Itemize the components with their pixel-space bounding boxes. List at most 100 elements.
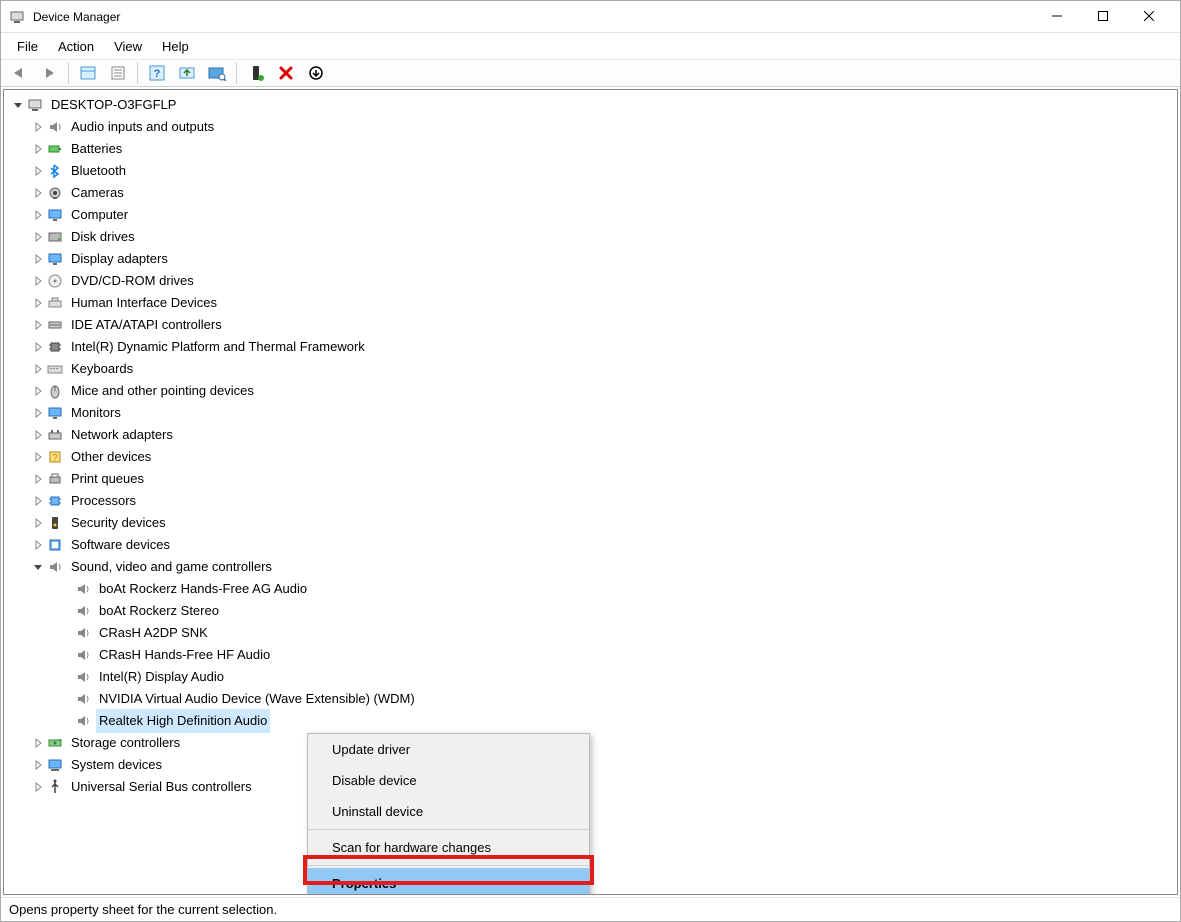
expander-icon[interactable] [30,515,46,531]
tree-node-label: Intel(R) Dynamic Platform and Thermal Fr… [68,335,368,359]
tree-category-node[interactable]: Computer [6,204,1175,226]
menu-action[interactable]: Action [48,35,104,58]
forward-button[interactable] [35,61,63,85]
tree-category-node[interactable]: Display adapters [6,248,1175,270]
tree-category-node[interactable]: Software devices [6,534,1175,556]
tree-node-label: boAt Rockerz Hands-Free AG Audio [96,577,310,601]
tree-node-label: Display adapters [68,247,171,271]
tree-node-label: Security devices [68,511,169,535]
disable-device-button[interactable] [302,61,330,85]
menu-view[interactable]: View [104,35,152,58]
tree-device-node[interactable]: Realtek High Definition Audio [6,710,1175,732]
expander-icon[interactable] [30,295,46,311]
expander-icon[interactable] [30,339,46,355]
expander-spacer [58,647,74,663]
context-menu-item[interactable]: Scan for hardware changes [308,832,589,863]
scan-hardware-button[interactable] [203,61,231,85]
expander-spacer [58,713,74,729]
tree-category-node[interactable]: Bluetooth [6,160,1175,182]
disk-icon [46,228,64,246]
tree-category-node[interactable]: Audio inputs and outputs [6,116,1175,138]
tree-category-node[interactable]: Intel(R) Dynamic Platform and Thermal Fr… [6,336,1175,358]
expander-icon[interactable] [30,735,46,751]
tree-category-node[interactable]: Print queues [6,468,1175,490]
expander-icon[interactable] [30,537,46,553]
tree-category-node[interactable]: Sound, video and game controllers [6,556,1175,578]
tree-device-node[interactable]: Intel(R) Display Audio [6,666,1175,688]
tree-category-node[interactable]: DVD/CD-ROM drives [6,270,1175,292]
device-tree-panel: DESKTOP-O3FGFLPAudio inputs and outputsB… [3,89,1178,895]
tree-node-label: Processors [68,489,139,513]
tree-node-label: CRasH A2DP SNK [96,621,211,645]
tree-category-node[interactable]: Batteries [6,138,1175,160]
expander-icon[interactable] [30,449,46,465]
expander-icon[interactable] [30,119,46,135]
tree-device-node[interactable]: CRasH Hands-Free HF Audio [6,644,1175,666]
minimize-button[interactable] [1034,0,1080,32]
context-menu-item[interactable]: Properties [308,868,589,895]
expander-icon[interactable] [30,493,46,509]
expander-icon[interactable] [30,229,46,245]
device-tree[interactable]: DESKTOP-O3FGFLPAudio inputs and outputsB… [4,90,1177,802]
help-button[interactable]: ? [143,61,171,85]
expander-icon[interactable] [30,185,46,201]
expander-icon[interactable] [10,97,26,113]
uninstall-device-button[interactable] [272,61,300,85]
properties-button[interactable] [104,61,132,85]
context-menu-item[interactable]: Update driver [308,734,589,765]
tree-device-node[interactable]: boAt Rockerz Hands-Free AG Audio [6,578,1175,600]
close-button[interactable] [1126,0,1172,32]
show-hidden-button[interactable] [74,61,102,85]
expander-icon[interactable] [30,471,46,487]
context-menu-item[interactable]: Uninstall device [308,796,589,827]
tree-category-node[interactable]: IDE ATA/ATAPI controllers [6,314,1175,336]
tree-category-node[interactable]: Cameras [6,182,1175,204]
enable-device-button[interactable] [242,61,270,85]
tree-category-node[interactable]: System devices [6,754,1175,776]
expander-icon[interactable] [30,405,46,421]
display-icon [46,250,64,268]
tree-device-node[interactable]: CRasH A2DP SNK [6,622,1175,644]
speaker-icon [74,690,92,708]
back-button[interactable] [5,61,33,85]
system-icon [46,756,64,774]
context-menu-item[interactable]: Disable device [308,765,589,796]
tree-category-node[interactable]: Security devices [6,512,1175,534]
expander-icon[interactable] [30,757,46,773]
expander-icon[interactable] [30,207,46,223]
expander-icon[interactable] [30,427,46,443]
tree-device-node[interactable]: NVIDIA Virtual Audio Device (Wave Extens… [6,688,1175,710]
tree-node-label: Print queues [68,467,147,491]
tree-category-node[interactable]: Network adapters [6,424,1175,446]
expander-icon[interactable] [30,163,46,179]
expander-icon[interactable] [30,779,46,795]
menu-help[interactable]: Help [152,35,199,58]
expander-icon[interactable] [30,251,46,267]
expander-icon[interactable] [30,559,46,575]
tree-root-node[interactable]: DESKTOP-O3FGFLP [6,94,1175,116]
expander-icon[interactable] [30,383,46,399]
tree-category-node[interactable]: Disk drives [6,226,1175,248]
tree-category-node[interactable]: Keyboards [6,358,1175,380]
tree-device-node[interactable]: boAt Rockerz Stereo [6,600,1175,622]
window-title: Device Manager [33,10,120,24]
tree-category-node[interactable]: Universal Serial Bus controllers [6,776,1175,798]
update-driver-button[interactable] [173,61,201,85]
expander-spacer [58,625,74,641]
tree-category-node[interactable]: Mice and other pointing devices [6,380,1175,402]
tree-category-node[interactable]: ?Other devices [6,446,1175,468]
tree-category-node[interactable]: Human Interface Devices [6,292,1175,314]
menu-file[interactable]: File [7,35,48,58]
tree-category-node[interactable]: Monitors [6,402,1175,424]
tree-category-node[interactable]: Processors [6,490,1175,512]
tree-category-node[interactable]: Storage controllers [6,732,1175,754]
context-menu-separator [308,865,589,866]
expander-icon[interactable] [30,273,46,289]
tree-node-label: Storage controllers [68,731,183,755]
monitor-icon [46,404,64,422]
maximize-button[interactable] [1080,0,1126,32]
expander-icon[interactable] [30,317,46,333]
context-menu-separator [308,829,589,830]
expander-icon[interactable] [30,361,46,377]
expander-icon[interactable] [30,141,46,157]
